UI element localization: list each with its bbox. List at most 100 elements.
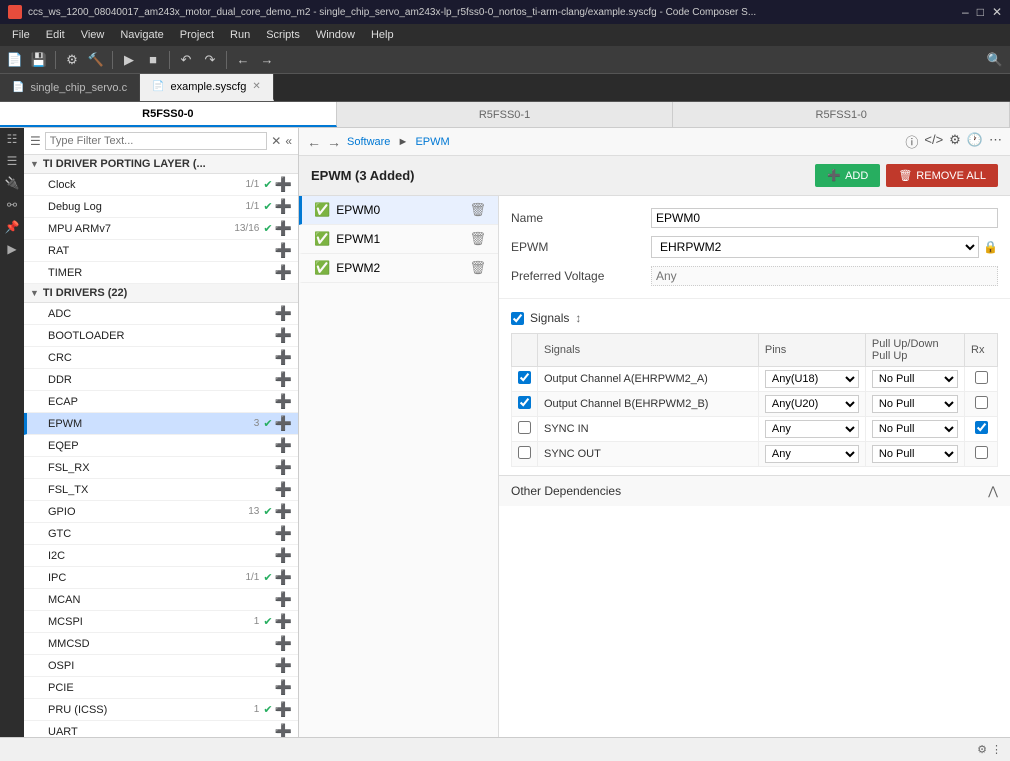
instance-epwm1[interactable]: ✅ EPWM1 🗑 [299,225,498,254]
menu-scripts[interactable]: Scripts [258,27,308,43]
sidebar-item-gtc[interactable]: GTC ➕ [24,523,298,545]
sidebar-item-pcie-add[interactable]: ➕ [275,679,292,696]
history-icon[interactable]: 🕐 [967,132,983,151]
sidebar-item-gtc-add[interactable]: ➕ [275,525,292,542]
rail-scope-icon[interactable]: ▶ [7,242,16,256]
sidebar-item-fslrx[interactable]: FSL_RX ➕ [24,457,298,479]
sidebar-item-adc-add[interactable]: ➕ [275,305,292,322]
signal-row-0-pull-select[interactable]: No Pull [872,370,958,388]
menu-navigate[interactable]: Navigate [112,27,171,43]
instance-epwm2-delete[interactable]: 🗑 [469,260,486,276]
sidebar-item-pru-add[interactable]: ➕ [275,701,292,718]
sidebar-item-epwm-add[interactable]: ➕ [275,415,292,432]
sidebar-item-rat-add[interactable]: ➕ [275,242,292,259]
sidebar-collapse-icon[interactable]: « [285,134,292,148]
sidebar-item-ddr-add[interactable]: ➕ [275,371,292,388]
signal-row-3-pull-select[interactable]: No Pull [872,445,958,463]
toolbar-search[interactable]: 🔍 [984,49,1006,71]
toolbar-new[interactable]: 📄 [4,49,26,71]
signal-row-0-rx-checkbox[interactable] [975,371,988,384]
sidebar-item-crc-add[interactable]: ➕ [275,349,292,366]
sidebar-item-rat[interactable]: RAT ➕ [24,240,298,262]
menu-run[interactable]: Run [222,27,258,43]
sidebar-item-ipc[interactable]: IPC 1/1 ✔ ➕ [24,567,298,589]
sidebar-item-clock[interactable]: Clock 1/1 ✔ ➕ [24,174,298,196]
sidebar-item-fslrx-add[interactable]: ➕ [275,459,292,476]
sidebar-item-fsltx[interactable]: FSL_TX ➕ [24,479,298,501]
toolbar-debug[interactable]: ▶ [118,49,140,71]
signal-row-0-checkbox[interactable] [518,371,531,384]
sidebar-search-input[interactable] [45,132,267,150]
rail-plug-icon[interactable]: 🔌 [5,176,20,190]
signals-checkbox[interactable] [511,312,524,325]
tab-close-icon[interactable]: ✕ [252,81,260,92]
sidebar-item-mcan-add[interactable]: ➕ [275,591,292,608]
sidebar-item-debuglog-add[interactable]: ➕ [275,198,292,215]
rail-list-icon[interactable]: ☰ [7,154,18,168]
settings-icon[interactable]: ⚙ [949,132,961,151]
rail-pin-icon[interactable]: 📌 [5,220,20,234]
code-icon[interactable]: </> [924,132,943,151]
sidebar-item-ipc-add[interactable]: ➕ [275,569,292,586]
sidebar-item-mcspi[interactable]: MCSPI 1 ✔ ➕ [24,611,298,633]
rail-layers-icon[interactable]: ⚯ [7,198,17,212]
menu-project[interactable]: Project [172,27,222,43]
menu-file[interactable]: File [4,27,38,43]
tab-single-chip-servo[interactable]: 📄 single_chip_servo.c [0,74,140,101]
sidebar-item-adc[interactable]: ADC ➕ [24,303,298,325]
signal-row-1-checkbox[interactable] [518,396,531,409]
breadcrumb-epwm[interactable]: EPWM [415,136,449,148]
toolbar-back[interactable]: ← [232,49,254,71]
tab-example-syscfg[interactable]: 📄 example.syscfg ✕ [140,74,274,101]
remove-all-button[interactable]: 🗑 REMOVE ALL [886,164,998,187]
sidebar-item-epwm[interactable]: EPWM 3 ✔ ➕ [24,413,298,435]
add-button[interactable]: ➕ ADD [815,164,880,187]
sidebar-item-i2c-add[interactable]: ➕ [275,547,292,564]
sidebar-item-i2c[interactable]: I2C ➕ [24,545,298,567]
rail-grid-icon[interactable]: ☷ [7,132,18,146]
sidebar-item-mmcsd[interactable]: MMCSD ➕ [24,633,298,655]
breadcrumb-software[interactable]: Software [347,136,390,148]
sidebar-group-porting-header[interactable]: ▼ TI DRIVER PORTING LAYER (... [24,155,298,174]
forward-button[interactable]: → [327,134,341,150]
instance-epwm2[interactable]: ✅ EPWM2 🗑 [299,254,498,283]
core-tab-2[interactable]: R5FSS1-0 [673,102,1010,127]
core-tab-0[interactable]: R5FSS0-0 [0,102,337,127]
toolbar-redo[interactable]: ↷ [199,49,221,71]
signal-row-2-rx-checkbox[interactable] [975,421,988,434]
sidebar-item-eqep[interactable]: EQEP ➕ [24,435,298,457]
window-controls[interactable]: – □ ✕ [962,5,1002,19]
other-dependencies-section[interactable]: Other Dependencies ⋀ [499,475,1010,506]
signals-sort-icon[interactable]: ↕ [575,311,581,325]
signal-row-3-pin-select[interactable]: Any [765,445,859,463]
toolbar-build[interactable]: ⚙ [61,49,83,71]
sidebar-item-uart-add[interactable]: ➕ [275,723,292,737]
sidebar-item-mmcsd-add[interactable]: ➕ [275,635,292,652]
instance-epwm1-delete[interactable]: 🗑 [469,231,486,247]
signal-row-2-pull-select[interactable]: No Pull [872,420,958,438]
sidebar-item-pru[interactable]: PRU (ICSS) 1 ✔ ➕ [24,699,298,721]
sidebar-item-ecap[interactable]: ECAP ➕ [24,391,298,413]
toolbar-undo[interactable]: ↶ [175,49,197,71]
sidebar-item-ospi[interactable]: OSPI ➕ [24,655,298,677]
signal-row-1-pin-select[interactable]: Any(U20) [765,395,859,413]
sidebar-item-crc[interactable]: CRC ➕ [24,347,298,369]
sidebar-item-pcie[interactable]: PCIE ➕ [24,677,298,699]
sidebar-item-debuglog[interactable]: Debug Log 1/1 ✔ ➕ [24,196,298,218]
sidebar-group-drivers-header[interactable]: ▼ TI DRIVERS (22) [24,284,298,303]
sidebar-item-bootloader[interactable]: BOOTLOADER ➕ [24,325,298,347]
signal-row-3-checkbox[interactable] [518,446,531,459]
sidebar-item-mcspi-add[interactable]: ➕ [275,613,292,630]
name-input[interactable] [651,208,998,228]
sidebar-item-ecap-add[interactable]: ➕ [275,393,292,410]
menu-view[interactable]: View [73,27,113,43]
instance-epwm0[interactable]: ✅ EPWM0 🗑 [299,196,498,225]
signal-row-1-pull-select[interactable]: No Pull [872,395,958,413]
back-button[interactable]: ← [307,134,321,150]
sidebar-item-ddr[interactable]: DDR ➕ [24,369,298,391]
close-button[interactable]: ✕ [992,5,1002,19]
sidebar-item-eqep-add[interactable]: ➕ [275,437,292,454]
toolbar-forward[interactable]: → [256,49,278,71]
toolbar-save[interactable]: 💾 [28,49,50,71]
minimize-button[interactable]: – [962,5,969,19]
